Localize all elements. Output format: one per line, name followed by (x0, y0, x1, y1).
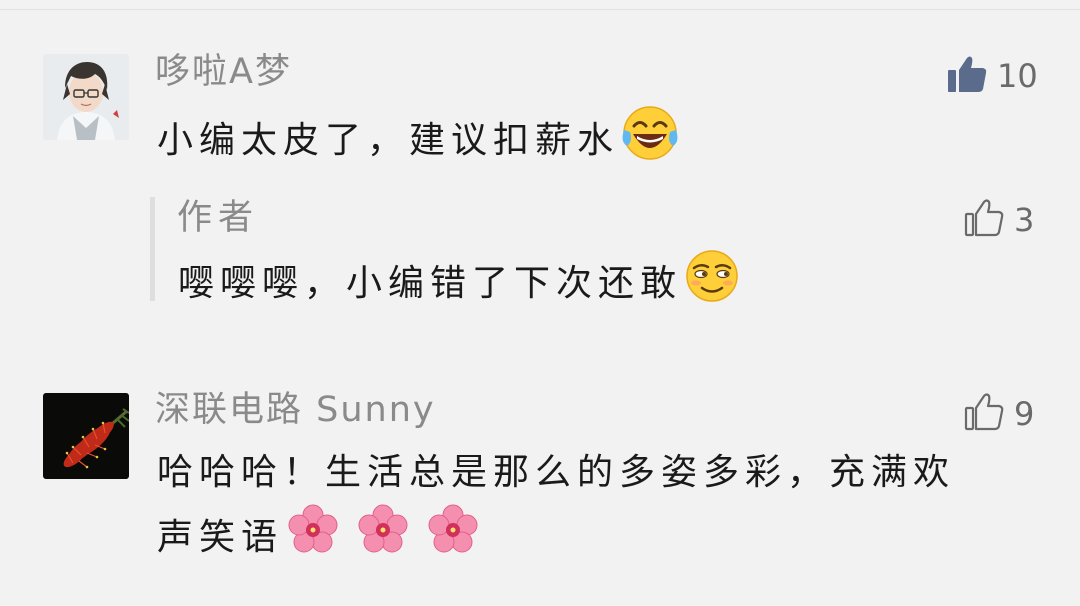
thumbs-up-filled-icon (947, 55, 987, 97)
commenter-nickname[interactable]: 哆啦A梦 (155, 52, 292, 92)
comment-text: 小编太皮了，建议扣薪水 (157, 104, 679, 180)
comment-text-line-1: 哈哈哈！生活总是那么的多姿多彩，充满欢 (157, 452, 956, 493)
hibiscus-flower-emoji-icon (357, 504, 409, 574)
like-button[interactable]: 9 (964, 393, 1034, 435)
avatar[interactable] (43, 54, 129, 140)
top-divider (0, 9, 1080, 10)
reply-like-button[interactable]: 3 (964, 199, 1034, 241)
hibiscus-flower-emoji-icon (427, 504, 479, 574)
like-count: 9 (1014, 395, 1035, 433)
commenter-nickname[interactable]: 深联电路 Sunny (155, 390, 436, 430)
reply-text-content: 嘤嘤嘤，小编错了下次还敢 (178, 263, 683, 304)
comment-text-line-2: 声笑语 (157, 504, 479, 574)
reply-like-count: 3 (1014, 201, 1035, 239)
comment-text-content: 小编太皮了，建议扣薪水 (157, 120, 620, 161)
smirk-face-emoji-icon (684, 248, 740, 322)
hibiscus-flower-emoji-icon (287, 504, 339, 574)
thumbs-up-outline-icon (964, 393, 1004, 435)
comment-text-content: 声笑语 (157, 517, 284, 558)
author-label: 作者 (177, 198, 260, 238)
thumbs-up-outline-icon (964, 199, 1004, 241)
reply-text: 嘤嘤嘤，小编错了下次还敢 (178, 248, 740, 322)
like-button[interactable]: 10 (947, 55, 1038, 97)
avatar[interactable] (43, 393, 129, 479)
like-count: 10 (997, 57, 1038, 95)
avatar-red-flower-image (43, 393, 129, 479)
reply-indent-bar (150, 197, 155, 301)
comments-page: 哆啦A梦 小编太皮了，建议扣薪水 10 作者 嘤嘤嘤，小编错了下次还敢 3 深联… (0, 0, 1080, 606)
avatar-anime-boy-image (43, 54, 129, 140)
laughing-tears-emoji-icon (621, 104, 679, 180)
